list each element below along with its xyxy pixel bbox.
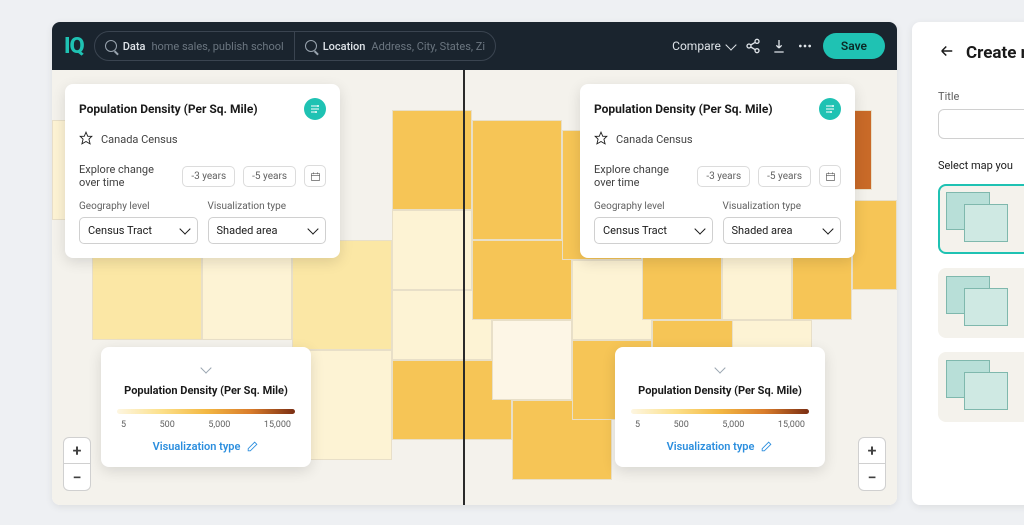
viz-select[interactable]: Shaded area [723,217,842,244]
more-icon[interactable] [797,38,813,54]
calendar-icon[interactable] [819,165,841,187]
create-drawer: Create r Title Select map you [912,22,1024,505]
legend-title: Population Density (Per Sq. Mile) [631,384,809,397]
title-input[interactable] [938,109,1024,139]
edit-icon [246,440,259,453]
tick: 5 [121,420,126,430]
viz-link-label: Visualization type [667,440,755,453]
visualization-type-link[interactable]: Visualization type [117,440,295,453]
legend-panel-left: Population Density (Per Sq. Mile) 5 500 … [101,347,311,467]
logo: IQ [64,34,84,59]
tick: 15,000 [778,420,805,430]
layer-panel-right: Population Density (Per Sq. Mile) Canada… [580,84,855,258]
geography-value: Census Tract [88,224,152,237]
tick: 5 [635,420,640,430]
tick: 5,000 [722,420,744,430]
geography-select[interactable]: Census Tract [594,217,713,244]
zoom-control-right: + − [858,437,886,491]
year-chip-5[interactable]: -5 years [243,166,296,187]
scale-ticks: 5 500 5,000 15,000 [117,420,295,430]
viz-select[interactable]: Shaded area [208,217,327,244]
map-thumbnail-2[interactable] [938,268,1024,338]
zoom-out-button[interactable]: − [64,464,90,490]
data-search-placeholder: home sales, publish school [151,40,283,53]
viz-label: Visualization type [723,201,842,212]
chevron-down-icon [725,39,736,50]
star-icon[interactable] [79,130,93,149]
search-icon [305,40,317,52]
viz-value: Shaded area [732,224,793,237]
star-icon[interactable] [594,130,608,149]
legend-panel-right: Population Density (Per Sq. Mile) 5 500 … [615,347,825,467]
zoom-in-button[interactable]: + [859,438,885,464]
compare-dropdown[interactable]: Compare [672,39,735,53]
panel-title: Population Density (Per Sq. Mile) [79,102,258,116]
year-chip-3[interactable]: -3 years [697,166,750,187]
legend-title: Population Density (Per Sq. Mile) [117,384,295,397]
color-scale [631,409,809,414]
collapse-chevron[interactable] [631,357,809,376]
panel-source: Canada Census [616,133,693,146]
geography-label: Geography level [79,201,198,212]
visualization-type-link[interactable]: Visualization type [631,440,809,453]
panel-title: Population Density (Per Sq. Mile) [594,102,773,116]
explore-label: Explore change over time [594,163,689,189]
location-search[interactable]: Location Address, City, States, Zip [295,32,495,60]
viz-label: Visualization type [208,201,327,212]
zoom-control-left: + − [63,437,91,491]
collapse-chevron[interactable] [117,357,295,376]
chevron-down-icon [179,223,190,234]
compare-label: Compare [672,39,721,53]
search-icon [105,40,117,52]
compare-divider[interactable] [463,70,465,505]
tick: 15,000 [264,420,291,430]
chevron-down-icon [694,223,705,234]
back-arrow-icon[interactable] [938,42,956,64]
year-chip-5[interactable]: -5 years [758,166,811,187]
panel-source: Canada Census [101,133,178,146]
explore-label: Explore change over time [79,163,174,189]
zoom-in-button[interactable]: + [64,438,90,464]
layer-panel-left: Population Density (Per Sq. Mile) Canada… [65,84,340,258]
search-group: Data home sales, publish school Location… [94,31,496,61]
topbar: IQ Data home sales, publish school Locat… [52,22,897,70]
map-thumbnail-1[interactable] [938,184,1024,254]
chevron-down-icon [822,223,833,234]
data-search[interactable]: Data home sales, publish school [95,32,295,60]
viz-link-label: Visualization type [153,440,241,453]
geography-label: Geography level [594,201,713,212]
edit-icon [760,440,773,453]
title-field-label: Title [938,90,1024,103]
chevron-down-icon [307,223,318,234]
geography-select[interactable]: Census Tract [79,217,198,244]
share-icon[interactable] [745,38,761,54]
location-search-label: Location [323,40,366,53]
layer-settings-button[interactable] [304,98,326,120]
viz-value: Shaded area [217,224,278,237]
year-chip-3[interactable]: -3 years [182,166,235,187]
chevron-down-icon [200,362,211,373]
geography-value: Census Tract [603,224,667,237]
layer-settings-button[interactable] [819,98,841,120]
zoom-out-button[interactable]: − [859,464,885,490]
map-area[interactable]: Population Density (Per Sq. Mile) Canada… [52,70,897,505]
save-button[interactable]: Save [823,33,885,59]
drawer-title: Create r [966,43,1024,63]
scale-ticks: 5 500 5,000 15,000 [631,420,809,430]
tick: 5,000 [208,420,230,430]
tick: 500 [160,420,175,430]
download-icon[interactable] [771,38,787,54]
location-search-placeholder: Address, City, States, Zip [371,40,484,53]
select-map-label: Select map you [938,159,1024,172]
calendar-icon[interactable] [304,165,326,187]
map-thumbnail-3[interactable] [938,352,1024,422]
color-scale [117,409,295,414]
tick: 500 [674,420,689,430]
chevron-down-icon [714,362,725,373]
data-search-label: Data [123,40,146,53]
main-app-window: IQ Data home sales, publish school Locat… [52,22,897,505]
